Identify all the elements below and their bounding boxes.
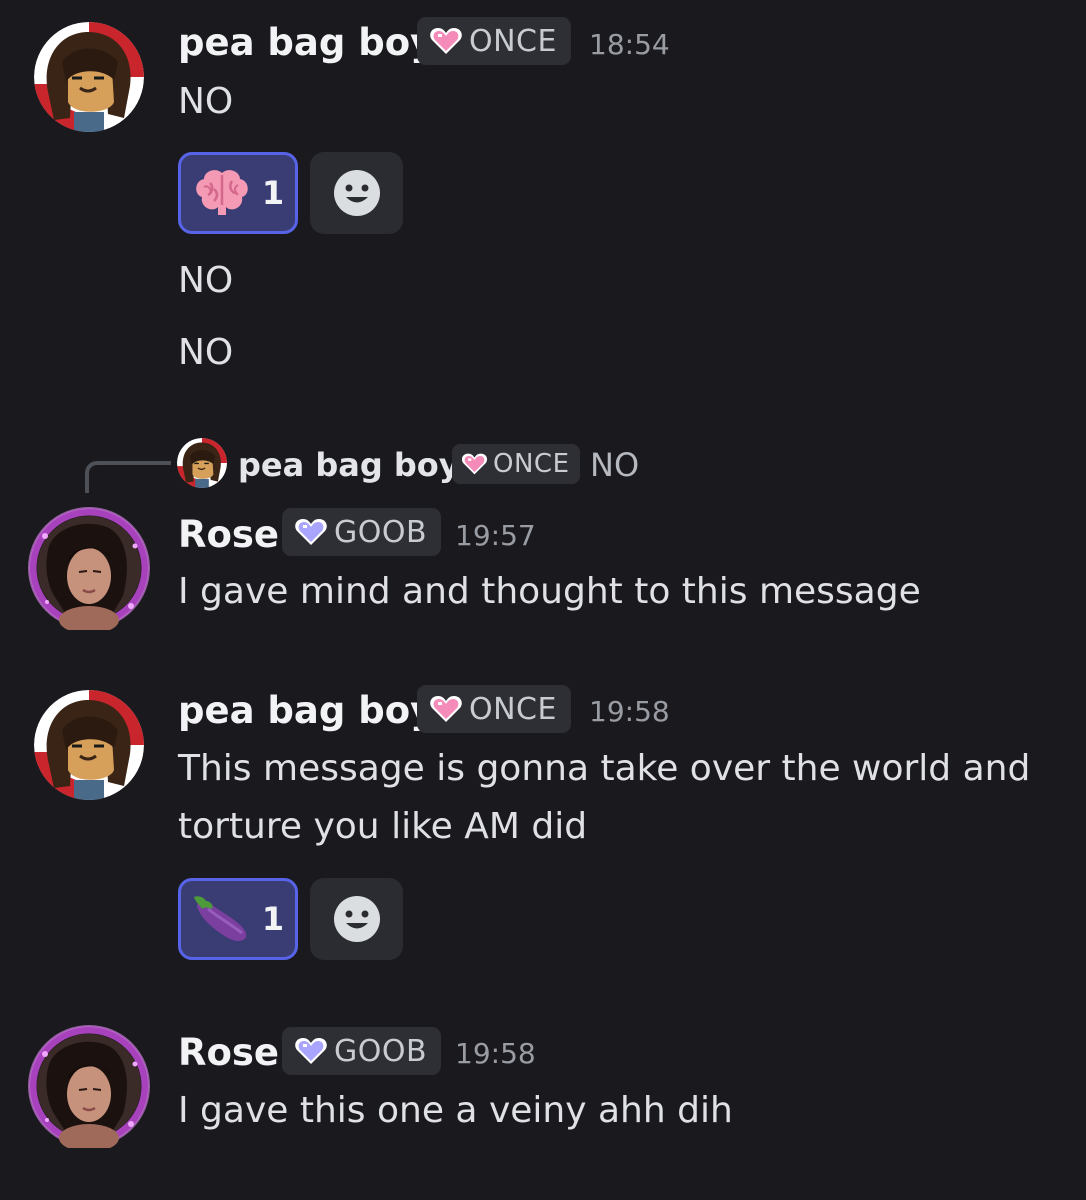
author-name[interactable]: pea bag boy <box>178 692 434 729</box>
lavender-heart-icon <box>294 1036 328 1066</box>
add-reaction-button[interactable] <box>310 152 403 234</box>
reaction-eggplant[interactable]: 1 <box>178 878 298 960</box>
avatar-rose[interactable] <box>27 506 151 630</box>
role-tag[interactable]: ONCE <box>417 17 571 65</box>
reaction-count: 1 <box>261 174 285 212</box>
add-reaction-button[interactable] <box>310 878 403 960</box>
role-tag-label: GOOB <box>334 514 428 550</box>
pink-heart-icon <box>429 26 463 56</box>
reply-connector <box>85 461 171 493</box>
brain-emoji-icon <box>192 167 252 219</box>
smiley-icon <box>332 168 382 218</box>
reply-role-tag[interactable]: ONCE <box>452 444 580 484</box>
author-name[interactable]: pea bag boy <box>178 24 434 61</box>
message-text: NO <box>178 332 234 373</box>
role-tag[interactable]: ONCE <box>417 685 571 733</box>
reaction-brain[interactable]: 1 <box>178 152 298 234</box>
message-timestamp[interactable]: 19:58 <box>589 698 670 726</box>
author-name[interactable]: Rose <box>178 1034 279 1071</box>
message-text: I gave this one a veiny ahh dih <box>178 1090 733 1131</box>
pink-heart-icon <box>429 694 463 724</box>
message-timestamp[interactable]: 18:54 <box>589 31 670 59</box>
lavender-heart-icon <box>294 517 328 547</box>
avatar-pea-bag-boy[interactable] <box>34 690 144 800</box>
avatar-rose[interactable] <box>27 1024 151 1148</box>
role-tag-label: ONCE <box>469 691 557 727</box>
message-text: This message is gonna take over the worl… <box>178 748 1031 789</box>
role-tag-label: ONCE <box>469 23 557 59</box>
pink-heart-icon <box>461 452 488 476</box>
role-tag[interactable]: GOOB <box>282 508 442 556</box>
message-text: I gave mind and thought to this message <box>178 571 921 612</box>
message-timestamp[interactable]: 19:58 <box>455 1040 536 1068</box>
message-text: NO <box>178 260 234 301</box>
smiley-icon <box>332 894 382 944</box>
reply-preview-text[interactable]: NO <box>590 449 639 481</box>
reaction-count: 1 <box>261 900 285 938</box>
message-timestamp[interactable]: 19:57 <box>455 522 536 550</box>
eggplant-emoji-icon <box>192 893 252 945</box>
message-text: torture you like AM did <box>178 806 588 847</box>
avatar-pea-bag-boy[interactable] <box>34 22 144 132</box>
role-tag[interactable]: GOOB <box>282 1027 442 1075</box>
reply-role-tag-label: ONCE <box>493 449 570 479</box>
role-tag-label: GOOB <box>334 1033 428 1069</box>
author-name[interactable]: Rose <box>178 516 279 553</box>
reply-author-name[interactable]: pea bag boy <box>238 449 460 481</box>
message-text: NO <box>178 81 234 122</box>
reply-avatar[interactable] <box>177 438 227 488</box>
